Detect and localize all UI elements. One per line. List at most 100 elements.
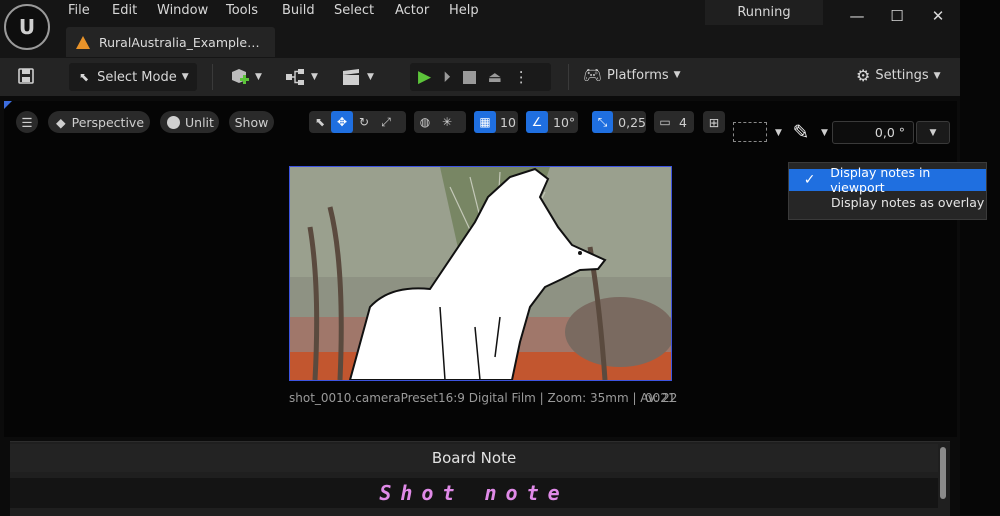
camera-speed-button[interactable]: ▭ 4 xyxy=(654,111,694,133)
settings-button[interactable]: ⚙ Settings ▼ xyxy=(856,66,941,85)
gear-icon: ⚙ xyxy=(856,66,871,85)
close-button[interactable]: ✕ xyxy=(927,6,949,26)
clapperboard-icon xyxy=(343,69,359,85)
more-options-icon[interactable]: ⋮ xyxy=(514,68,529,86)
camera-speed-value: 4 xyxy=(679,114,687,130)
blueprint-button[interactable]: ▼ xyxy=(284,66,318,88)
board-note-header: Board Note xyxy=(10,444,938,472)
viewport-menu-button[interactable]: ☰ xyxy=(16,111,38,133)
select-mode-label: Select Mode xyxy=(97,69,177,85)
level-icon xyxy=(76,35,90,49)
chevron-down-icon: ▼ xyxy=(367,72,374,82)
grid-snap-icon: ▦ xyxy=(474,111,496,133)
scale-snap-toggle[interactable]: ⤡ 0,25 xyxy=(592,111,646,133)
globe-icon[interactable]: ◍ xyxy=(414,111,436,133)
angle-input[interactable] xyxy=(832,121,914,144)
cube-icon: ◆ xyxy=(56,114,66,130)
add-cube-icon xyxy=(232,69,249,84)
viewport-corner-icon xyxy=(4,101,12,109)
cinematics-button[interactable]: ▼ xyxy=(340,66,374,88)
checkmark-icon: ✓ xyxy=(803,172,816,188)
toolbar-divider xyxy=(568,64,569,90)
stop-icon[interactable] xyxy=(462,70,476,84)
shot-caption: shot_0010.cameraPreset16:9 Digital Film … xyxy=(289,391,678,405)
edit-note-icon: ✎ xyxy=(792,120,810,144)
dropdown-item-display-in-viewport[interactable]: ✓ Display notes in viewport xyxy=(789,165,986,195)
shot-frame[interactable] xyxy=(289,166,672,381)
transform-tools: ⬉ ✥ ↻ ⤢ xyxy=(309,111,406,133)
grid-snap-toggle[interactable]: ▦ 10 xyxy=(474,111,518,133)
notes-display-dropdown: ✓ Display notes in viewport Display note… xyxy=(788,162,987,220)
unreal-logo-icon[interactable]: U xyxy=(4,4,50,50)
hamburger-icon: ☰ xyxy=(21,114,33,130)
level-tab[interactable]: RuralAustralia_Example… xyxy=(66,27,275,57)
chevron-down-icon: ▼ xyxy=(929,127,937,138)
menu-build[interactable]: Build xyxy=(282,3,315,18)
angle-snap-icon: ∠ xyxy=(526,111,548,133)
grid-snap-value: 10 xyxy=(500,114,516,130)
blueprint-icon xyxy=(286,69,304,85)
minimize-button[interactable]: — xyxy=(846,6,868,26)
chevron-down-icon: ▼ xyxy=(255,72,262,82)
scrollbar-thumb[interactable] xyxy=(940,447,946,499)
eject-icon[interactable]: ⏏ xyxy=(488,68,502,86)
perspective-button[interactable]: ◆ Perspective xyxy=(48,111,150,133)
layout-grid-icon: ⊞ xyxy=(708,114,720,130)
chevron-down-icon[interactable]: ▼ xyxy=(821,128,828,138)
chevron-down-icon: ▼ xyxy=(181,72,189,82)
select-mode-button[interactable]: ⬉ Select Mode ▼ xyxy=(69,63,197,91)
coordinate-tools: ◍ ✳ xyxy=(414,111,466,133)
chevron-down-icon: ▼ xyxy=(311,72,318,82)
step-icon[interactable]: ⏵ xyxy=(443,68,451,86)
status-badge: Running xyxy=(705,0,823,25)
chevron-down-icon[interactable]: ▼ xyxy=(775,128,782,138)
perspective-label: Perspective xyxy=(71,114,145,130)
side-strip xyxy=(960,0,1000,515)
menu-select[interactable]: Select xyxy=(334,3,374,18)
toolbar-divider xyxy=(212,64,213,90)
tab-title: RuralAustralia_Example… xyxy=(99,34,260,50)
layout-button[interactable]: ⊞ xyxy=(703,111,725,133)
chevron-down-icon: ▼ xyxy=(673,70,681,80)
angle-dropdown-button[interactable]: ▼ xyxy=(916,121,950,144)
scale-tool-icon[interactable]: ⤢ xyxy=(375,111,397,133)
rotation-snap-toggle[interactable]: ∠ 10° xyxy=(526,111,578,133)
menu-help[interactable]: Help xyxy=(449,3,479,18)
dropdown-item-label: Display notes as overlay xyxy=(831,194,985,210)
play-controls: ▶ ⏵ ⏏ ⋮ xyxy=(410,63,551,91)
menu-actor[interactable]: Actor xyxy=(395,3,429,18)
surface-snap-icon[interactable]: ✳ xyxy=(436,111,458,133)
cursor-icon: ⬉ xyxy=(79,70,90,84)
unlit-label: Unlit xyxy=(185,114,214,130)
video-camera-icon: ▭ xyxy=(659,115,671,129)
save-button[interactable] xyxy=(16,66,36,86)
storyboard-image xyxy=(290,167,671,380)
select-tool-icon[interactable]: ⬉ xyxy=(309,111,331,133)
platforms-label: Platforms xyxy=(607,67,669,83)
platforms-button[interactable]: 🎮︎ Platforms ▼ xyxy=(583,66,681,84)
show-label: Show xyxy=(234,114,269,130)
move-tool-icon[interactable]: ✥ xyxy=(331,111,353,133)
chevron-down-icon: ▼ xyxy=(933,70,941,81)
add-actor-button[interactable]: ▼ xyxy=(228,66,262,88)
maximize-button[interactable]: ☐ xyxy=(886,6,908,26)
menu-file[interactable]: File xyxy=(68,3,90,18)
save-icon xyxy=(18,68,34,84)
frame-number: 0021 xyxy=(645,391,676,405)
sphere-icon xyxy=(167,115,180,129)
annotate-button[interactable]: ✎ xyxy=(788,118,814,146)
dropdown-item-display-as-overlay[interactable]: Display notes as overlay xyxy=(789,191,986,213)
board-note-text[interactable]: Shot note xyxy=(10,478,938,508)
show-button[interactable]: Show xyxy=(229,111,274,133)
rotation-snap-value: 10° xyxy=(553,114,576,130)
gamepad-icon: 🎮︎ xyxy=(583,66,603,84)
settings-label: Settings xyxy=(875,68,929,83)
play-icon[interactable]: ▶ xyxy=(418,67,431,87)
rotate-tool-icon[interactable]: ↻ xyxy=(353,111,375,133)
view-mode-button[interactable]: Unlit xyxy=(160,111,219,133)
menu-window[interactable]: Window xyxy=(157,3,208,18)
scale-snap-value: 0,25 xyxy=(618,114,646,130)
menu-tools[interactable]: Tools xyxy=(226,3,258,18)
menu-edit[interactable]: Edit xyxy=(112,3,137,18)
frame-overlay-icon[interactable] xyxy=(733,122,767,142)
